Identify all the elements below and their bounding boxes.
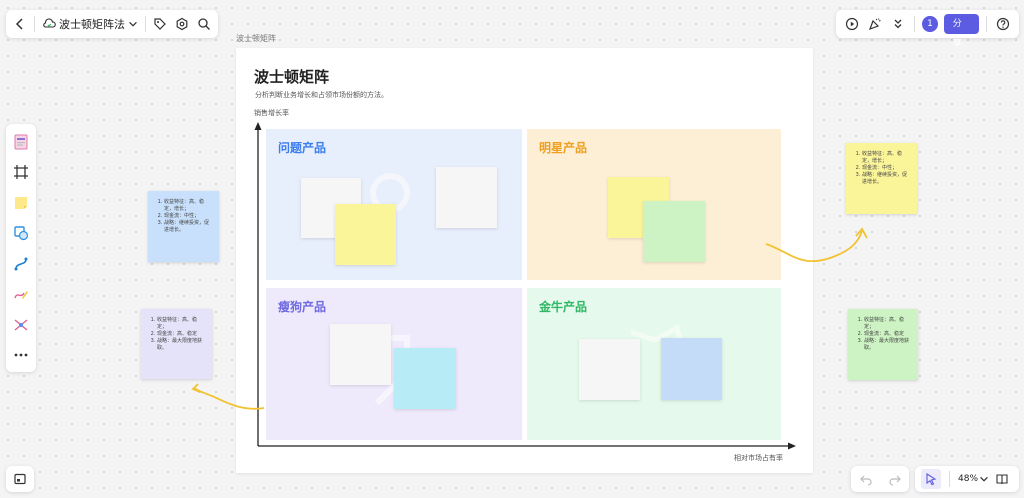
side-sticky-note-yellow[interactable]: 收益特征：高、稳定，增长； 现金流：中性； 战略：继续投资，促进增长。 bbox=[846, 143, 917, 214]
y-axis-label[interactable]: 销售增长率 bbox=[254, 108, 289, 118]
doc-title[interactable]: 波士顿矩阵法 bbox=[59, 16, 125, 32]
quadrant-question[interactable]: 问题产品 bbox=[266, 129, 522, 280]
connector-icon[interactable] bbox=[9, 252, 33, 276]
board-title[interactable]: 波士顿矩阵 bbox=[254, 66, 329, 87]
history-controls bbox=[851, 466, 909, 492]
note-list: 收益特征：高、稳定，增长； 现金流：中性； 战略：继续投资，促进增长。 bbox=[850, 151, 911, 186]
quadrant-cow[interactable]: 金牛产品 bbox=[527, 288, 781, 440]
back-icon[interactable] bbox=[12, 14, 28, 34]
sticky-note[interactable] bbox=[579, 339, 640, 400]
sticky-note[interactable] bbox=[394, 348, 456, 409]
mindmap-icon[interactable] bbox=[9, 313, 33, 337]
quadrant-star[interactable]: 明星产品 bbox=[527, 129, 781, 280]
pen-icon[interactable] bbox=[9, 283, 33, 307]
top-left-toolbar: 波士顿矩阵法 bbox=[6, 10, 218, 38]
help-icon[interactable] bbox=[994, 14, 1013, 34]
divider bbox=[34, 16, 35, 32]
divider bbox=[144, 16, 146, 32]
search-icon[interactable] bbox=[196, 14, 212, 34]
template-icon[interactable] bbox=[9, 130, 33, 154]
share-button[interactable]: 分享 bbox=[943, 14, 979, 49]
arrow-head bbox=[855, 227, 868, 239]
note-item: 战略：最大限度地获取。 bbox=[864, 338, 912, 352]
divider bbox=[914, 16, 916, 32]
chevron-down-icon[interactable] bbox=[978, 469, 990, 489]
tag-icon[interactable] bbox=[152, 14, 168, 34]
sticky-note[interactable] bbox=[643, 201, 705, 262]
note-item: 现金流：高、稳定 bbox=[864, 331, 912, 338]
board-frame[interactable]: 波士顿矩阵 分析判断业务增长和占领市场份额的方法。 销售增长率 相对市场占有率 … bbox=[236, 48, 813, 473]
side-sticky-note-green[interactable]: 收益特征：高、稳定； 现金流：高、稳定 战略：最大限度地获取。 bbox=[848, 309, 918, 380]
quadrant-title[interactable]: 瘦狗产品 bbox=[278, 298, 326, 315]
sticky-note[interactable] bbox=[661, 338, 722, 400]
quadrant-dog[interactable]: 瘦狗产品 bbox=[266, 288, 522, 440]
quadrant-title[interactable]: 问题产品 bbox=[278, 139, 326, 156]
minimap-icon[interactable] bbox=[10, 469, 30, 489]
play-icon[interactable] bbox=[842, 14, 861, 34]
side-sticky-note-blue[interactable]: 收益特征：高、稳定，增长； 现金流：中性； 战略：继续投资，促进增长。 bbox=[148, 191, 219, 262]
board-subtitle[interactable]: 分析判断业务增长和占领市场份额的方法。 bbox=[255, 90, 388, 100]
sticky-note[interactable] bbox=[436, 167, 497, 228]
note-item: 收益特征：高、稳定； bbox=[864, 317, 912, 331]
note-item: 现金流：中性； bbox=[862, 165, 911, 172]
redo-icon[interactable] bbox=[885, 469, 905, 489]
note-item: 收益特征：高、稳定，增长； bbox=[164, 199, 213, 213]
divider bbox=[949, 471, 950, 487]
sticky-note-icon[interactable] bbox=[9, 191, 33, 215]
top-right-toolbar: 1 分享 bbox=[836, 10, 1019, 49]
divider bbox=[985, 16, 987, 32]
book-icon[interactable] bbox=[992, 469, 1012, 489]
note-item: 战略：继续投资，促进增长。 bbox=[862, 172, 911, 186]
note-item: 战略：继续投资，促进增长。 bbox=[164, 220, 213, 234]
note-list: 收益特征：高、稳定； 现金流：高、稳定 战略：最大限度地获取。 bbox=[852, 317, 912, 352]
undo-icon[interactable] bbox=[856, 469, 876, 489]
celebrate-icon[interactable] bbox=[865, 14, 884, 34]
chevron-down-icon[interactable] bbox=[127, 14, 139, 34]
sticky-note[interactable] bbox=[335, 204, 396, 265]
note-item: 战略：最大限度地获取。 bbox=[157, 338, 206, 352]
collaborator-avatar[interactable]: 1 bbox=[922, 16, 938, 32]
note-item: 现金流：高、稳定 bbox=[157, 331, 206, 338]
note-list: 收益特征：高、稳定； 现金流：高、稳定 战略：最大限度地获取。 bbox=[145, 317, 206, 352]
note-list: 收益特征：高、稳定，增长； 现金流：中性； 战略：继续投资，促进增长。 bbox=[152, 199, 213, 234]
note-item: 现金流：中性； bbox=[164, 213, 213, 220]
cloud-sync-icon bbox=[41, 14, 57, 34]
side-sticky-note-purple[interactable]: 收益特征：高、稳定； 现金流：高、稳定 战略：最大限度地获取。 bbox=[141, 309, 212, 379]
left-toolbar bbox=[6, 124, 36, 372]
chevrons-down-icon[interactable] bbox=[888, 14, 907, 34]
frame-icon[interactable] bbox=[9, 161, 33, 185]
select-cursor-icon[interactable] bbox=[921, 469, 941, 489]
quadrant-title[interactable]: 明星产品 bbox=[539, 139, 587, 156]
view-controls: 48% bbox=[915, 466, 1019, 492]
arrow-head bbox=[191, 383, 201, 393]
zoom-level[interactable]: 48% bbox=[958, 474, 978, 484]
minimap-toggle[interactable] bbox=[6, 466, 34, 492]
frame-label[interactable]: 波士顿矩阵 bbox=[236, 33, 276, 44]
more-icon[interactable] bbox=[9, 344, 33, 368]
note-item: 收益特征：高、稳定，增长； bbox=[862, 151, 911, 165]
note-item: 收益特征：高、稳定； bbox=[157, 317, 206, 331]
sticky-note[interactable] bbox=[330, 324, 391, 385]
quadrant-title[interactable]: 金牛产品 bbox=[539, 298, 587, 315]
settings-icon[interactable] bbox=[174, 14, 190, 34]
shape-icon[interactable] bbox=[9, 222, 33, 246]
x-axis-label[interactable]: 相对市场占有率 bbox=[734, 453, 783, 463]
